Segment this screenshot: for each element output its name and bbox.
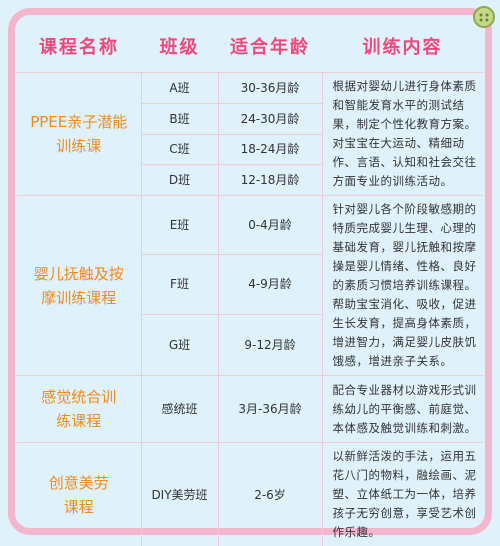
age-cell: 9-12月龄 bbox=[218, 315, 322, 376]
age-cell: 30-36月龄 bbox=[218, 73, 322, 104]
class-cell: D班 bbox=[141, 165, 218, 196]
age-cell: 2-6岁 bbox=[218, 443, 322, 546]
course-name: PPEE亲子潜能训练课 bbox=[17, 73, 141, 196]
class-cell: B班 bbox=[141, 103, 218, 134]
header-course: 课程名称 bbox=[17, 20, 141, 73]
age-cell: 24-30月龄 bbox=[218, 103, 322, 134]
header-age: 适合年龄 bbox=[218, 20, 322, 73]
course-name: 婴儿抚触及按摩训练课程 bbox=[17, 196, 141, 376]
table-row: 婴儿抚触及按摩训练课程 E班 0-4月龄 针对婴儿各个阶段敏感期的特质完成婴儿生… bbox=[17, 196, 483, 255]
age-cell: 18-24月龄 bbox=[218, 134, 322, 165]
table-row: 创意美劳课程 DIY美劳班 2-6岁 以新鲜活泼的手法，运用五花八门的物料，融绘… bbox=[17, 443, 483, 546]
class-cell: A班 bbox=[141, 73, 218, 104]
course-description: 根据对婴幼儿进行身体素质和智能发育水平的测试结果，制定个性化教育方案。对宝宝在大… bbox=[322, 73, 483, 196]
header-content: 训练内容 bbox=[322, 20, 483, 73]
class-cell: F班 bbox=[141, 254, 218, 315]
header-row: 课程名称 班级 适合年龄 训练内容 bbox=[17, 20, 483, 73]
age-cell: 4-9月龄 bbox=[218, 254, 322, 315]
course-description: 以新鲜活泼的手法，运用五花八门的物料，融绘画、泥塑、立体纸工为一体，培养孩子无穷… bbox=[322, 443, 483, 546]
table-row: 感觉统合训练课程 感统班 3月-36月龄 配合专业器材以游戏形式训练幼儿的平衡感… bbox=[17, 376, 483, 443]
course-name: 创意美劳课程 bbox=[17, 443, 141, 546]
course-description: 针对婴儿各个阶段敏感期的特质完成婴儿生理、心理的基础发育，婴儿抚触和按摩操是婴儿… bbox=[322, 196, 483, 376]
course-name: 感觉统合训练课程 bbox=[17, 376, 141, 443]
class-cell: C班 bbox=[141, 134, 218, 165]
class-cell: G班 bbox=[141, 315, 218, 376]
class-cell: DIY美劳班 bbox=[141, 443, 218, 546]
class-cell: 感统班 bbox=[141, 376, 218, 443]
course-description: 配合专业器材以游戏形式训练幼儿的平衡感、前庭觉、本体感及触觉训练和刺激。 bbox=[322, 376, 483, 443]
class-cell: E班 bbox=[141, 196, 218, 255]
age-cell: 0-4月龄 bbox=[218, 196, 322, 255]
age-cell: 12-18月龄 bbox=[218, 165, 322, 196]
age-cell: 3月-36月龄 bbox=[218, 376, 322, 443]
course-table: 课程名称 班级 适合年龄 训练内容 PPEE亲子潜能训练课 A班 30-36月龄… bbox=[17, 20, 483, 546]
table-row: PPEE亲子潜能训练课 A班 30-36月龄 根据对婴幼儿进行身体素质和智能发育… bbox=[17, 73, 483, 104]
header-class: 班级 bbox=[141, 20, 218, 73]
